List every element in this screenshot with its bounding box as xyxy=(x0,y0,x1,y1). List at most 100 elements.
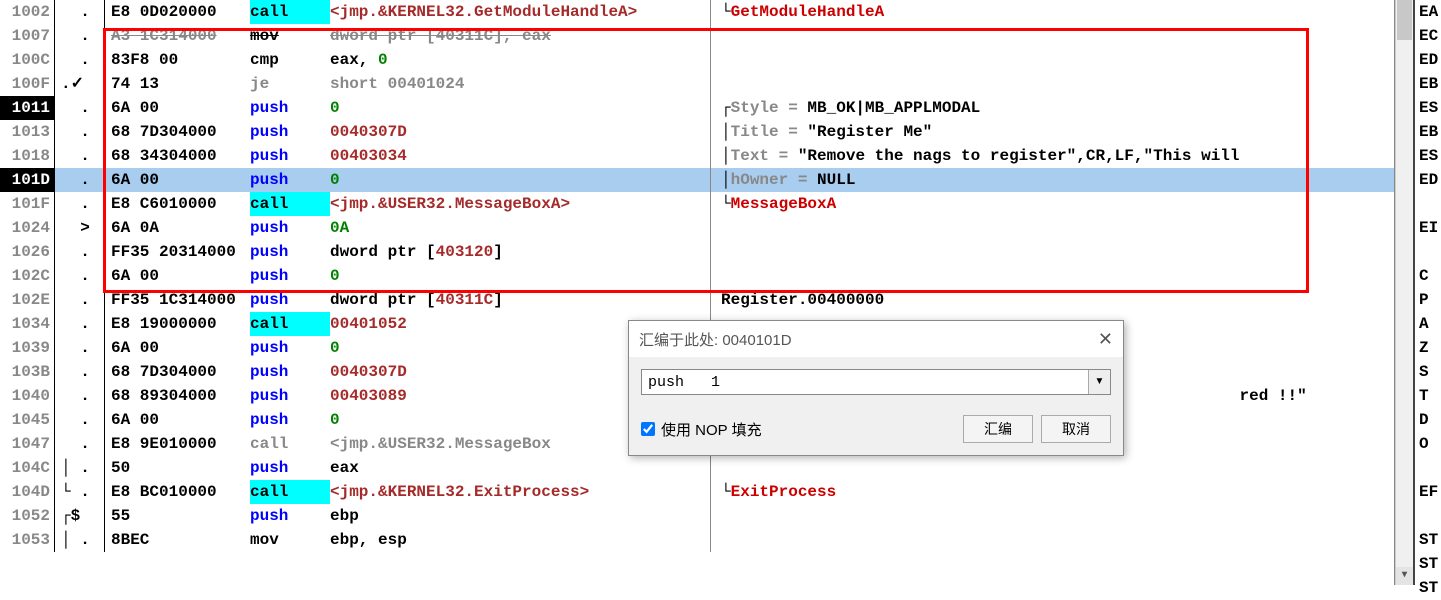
marker-column: . xyxy=(55,48,105,72)
hex-column: 8BEC xyxy=(105,528,250,552)
mnemonic-column: mov xyxy=(250,528,330,552)
operands-column: 0A xyxy=(330,216,710,240)
hex-column: 6A 00 xyxy=(105,336,250,360)
assembly-combobox[interactable]: ▼ xyxy=(641,369,1111,395)
marker-column: . xyxy=(55,312,105,336)
register-label: EI xyxy=(1419,216,1441,240)
hex-column: 6A 00 xyxy=(105,168,250,192)
operands-column: <jmp.&USER32.MessageBoxA> xyxy=(330,192,710,216)
comment-column xyxy=(710,48,1394,72)
disasm-row[interactable]: 1024 >6A 0Apush0A xyxy=(0,216,1394,240)
mnemonic-column: mov xyxy=(250,24,330,48)
marker-column: . xyxy=(55,408,105,432)
disasm-row[interactable]: 104D└ .E8 BC010000call<jmp.&KERNEL32.Exi… xyxy=(0,480,1394,504)
mnemonic-column: cmp xyxy=(250,48,330,72)
comment-column xyxy=(710,504,1394,528)
dropdown-arrow-icon[interactable]: ▼ xyxy=(1088,370,1110,394)
close-icon[interactable]: ✕ xyxy=(1098,329,1113,350)
hex-column: 68 7D304000 xyxy=(105,120,250,144)
comment-column: │hOwner = NULL xyxy=(710,168,1394,192)
register-label: EB xyxy=(1419,120,1441,144)
disasm-row[interactable]: 1007 .A3 1C314000movdword ptr [40311C], … xyxy=(0,24,1394,48)
operands-column: 00403034 xyxy=(330,144,710,168)
operands-column: dword ptr [40311C] xyxy=(330,288,710,312)
comment-column: ┌Style = MB_OK|MB_APPLMODAL xyxy=(710,96,1394,120)
scrollbar-down-arrow-icon[interactable]: ▾ xyxy=(1396,567,1413,585)
comment-column: └MessageBoxA xyxy=(710,192,1394,216)
address-column: 1024 xyxy=(0,216,55,240)
cancel-button[interactable]: 取消 xyxy=(1041,415,1111,443)
marker-column: > xyxy=(55,216,105,240)
hex-column: E8 9E010000 xyxy=(105,432,250,456)
register-label: ST xyxy=(1419,552,1441,576)
hex-column: FF35 1C314000 xyxy=(105,288,250,312)
hex-column: 74 13 xyxy=(105,72,250,96)
disasm-row[interactable]: 101F .E8 C6010000call<jmp.&USER32.Messag… xyxy=(0,192,1394,216)
disasm-row[interactable]: 102E .FF35 1C314000pushdword ptr [40311C… xyxy=(0,288,1394,312)
assemble-button[interactable]: 汇编 xyxy=(963,415,1033,443)
hex-column: 68 89304000 xyxy=(105,384,250,408)
address-column: 1007 xyxy=(0,24,55,48)
register-label xyxy=(1419,240,1441,264)
marker-column: . xyxy=(55,192,105,216)
hex-column: 68 34304000 xyxy=(105,144,250,168)
disasm-row[interactable]: 1018 .68 34304000push00403034│Text = "Re… xyxy=(0,144,1394,168)
register-label: S xyxy=(1419,360,1441,384)
mnemonic-column: push xyxy=(250,168,330,192)
comment-column: │Text = "Remove the nags to register",CR… xyxy=(710,144,1394,168)
address-column: 1039 xyxy=(0,336,55,360)
mnemonic-column: push xyxy=(250,336,330,360)
scrollbar-thumb[interactable] xyxy=(1397,0,1412,40)
register-label: ED xyxy=(1419,48,1441,72)
mnemonic-column: push xyxy=(250,288,330,312)
disasm-row[interactable]: 100C .83F8 00cmpeax, 0 xyxy=(0,48,1394,72)
disasm-row[interactable]: 1002 .E8 0D020000call<jmp.&KERNEL32.GetM… xyxy=(0,0,1394,24)
marker-column: . xyxy=(55,24,105,48)
address-column: 1040 xyxy=(0,384,55,408)
disassembly-pane[interactable]: 1002 .E8 0D020000call<jmp.&KERNEL32.GetM… xyxy=(0,0,1395,585)
nop-fill-checkbox-input[interactable] xyxy=(641,422,655,436)
disasm-row[interactable]: 104C│ .50pusheax xyxy=(0,456,1394,480)
disasm-row[interactable]: 101D .6A 00push0│hOwner = NULL xyxy=(0,168,1394,192)
register-label: EC xyxy=(1419,24,1441,48)
marker-column: . xyxy=(55,240,105,264)
register-label: A xyxy=(1419,312,1441,336)
disasm-row[interactable]: 1026 .FF35 20314000pushdword ptr [403120… xyxy=(0,240,1394,264)
assembly-input[interactable] xyxy=(642,370,1088,394)
disasm-row[interactable]: 102C .6A 00push0 xyxy=(0,264,1394,288)
operands-column: dword ptr [40311C], eax xyxy=(330,24,710,48)
disasm-row[interactable]: 1053│ .8BECmovebp, esp xyxy=(0,528,1394,552)
address-column: 1002 xyxy=(0,0,55,24)
disasm-row[interactable]: 100F.✓74 13jeshort 00401024 xyxy=(0,72,1394,96)
register-label: ST xyxy=(1419,576,1441,600)
disasm-row[interactable]: 1013 .68 7D304000push0040307D│Title = "R… xyxy=(0,120,1394,144)
address-column: 102C xyxy=(0,264,55,288)
operands-column: 0040307D xyxy=(330,120,710,144)
address-column: 104C xyxy=(0,456,55,480)
disasm-row[interactable]: 1052┌$55pushebp xyxy=(0,504,1394,528)
register-label: C xyxy=(1419,264,1441,288)
marker-column: . xyxy=(55,0,105,24)
address-column: 1052 xyxy=(0,504,55,528)
register-label: ES xyxy=(1419,144,1441,168)
hex-column: 83F8 00 xyxy=(105,48,250,72)
marker-column: . xyxy=(55,120,105,144)
comment-column: │Title = "Register Me" xyxy=(710,120,1394,144)
register-label: T xyxy=(1419,384,1441,408)
operands-column: eax, 0 xyxy=(330,48,710,72)
marker-column: .✓ xyxy=(55,72,105,96)
dialog-titlebar[interactable]: 汇编于此处: 0040101D ✕ xyxy=(629,321,1123,357)
mnemonic-column: push xyxy=(250,384,330,408)
vertical-scrollbar[interactable]: ▾ xyxy=(1395,0,1413,585)
marker-column: . xyxy=(55,384,105,408)
marker-column: . xyxy=(55,288,105,312)
register-label: D xyxy=(1419,408,1441,432)
disasm-row[interactable]: 1011 .6A 00push0┌Style = MB_OK|MB_APPLMO… xyxy=(0,96,1394,120)
nop-fill-checkbox[interactable]: 使用 NOP 填充 xyxy=(641,419,762,440)
comment-column: Register.00400000 xyxy=(710,288,1394,312)
marker-column: . xyxy=(55,96,105,120)
registers-pane[interactable]: EAECEDEBESEBESEDEICPAZSTDOEFSTSTST xyxy=(1413,0,1441,585)
mnemonic-column: push xyxy=(250,360,330,384)
address-column: 102E xyxy=(0,288,55,312)
register-label: EF xyxy=(1419,480,1441,504)
